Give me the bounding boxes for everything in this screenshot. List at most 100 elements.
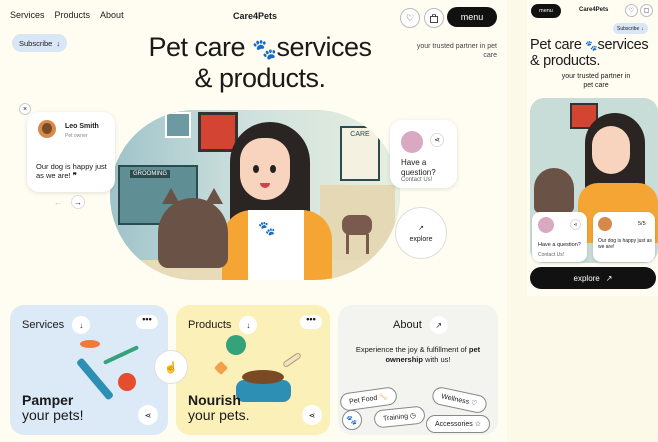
products-card-header: Products ↓ (188, 316, 258, 334)
menu-button[interactable]: menu (447, 7, 497, 27)
mobile-page: menu Care4Pets ♡ ▢ Subscribe ↓ Pet care … (527, 0, 658, 296)
fish-illustration (80, 340, 100, 348)
dog-illustration (342, 215, 372, 235)
share-icon[interactable]: ⋖ (138, 405, 158, 425)
arrow-up-right-icon: ↗ (605, 273, 613, 283)
avatar (538, 217, 554, 233)
tag-training[interactable]: Training ◷ (373, 405, 426, 429)
question-title: Have a question? (401, 158, 436, 177)
heart-icon[interactable]: ♡ (625, 4, 638, 17)
page-title: Pet care 🐾services & products. (130, 33, 390, 92)
arrow-left-icon[interactable]: ← (51, 195, 65, 209)
bag-icon[interactable]: ▢ (640, 4, 653, 17)
tagline: your trusted partner in pet care (416, 43, 497, 59)
nav-item-products[interactable]: Products (55, 10, 91, 20)
paw-icon: 🐾 (585, 41, 598, 52)
mobile-explore-button[interactable]: explore ↗ (530, 267, 656, 289)
mobile-menu-button[interactable]: menu (531, 4, 561, 18)
paw-icon: 🐾 (252, 39, 277, 61)
star-icon: ☆ (474, 421, 481, 428)
mobile-explore-label: explore (573, 273, 600, 283)
mobile-header-icons: ♡ ▢ (625, 4, 653, 17)
products-card[interactable]: Products ↓ ••• Nourish your pets. ⋖ (176, 305, 330, 435)
share-icon[interactable]: ⋖ (430, 133, 444, 147)
paw-icon: 🐾 (342, 410, 362, 430)
tag-accessories[interactable]: Accessories ☆ (426, 415, 490, 433)
paw-print-icon: 🐾 (258, 220, 276, 236)
explore-label: explore (409, 235, 433, 243)
arrow-right-icon[interactable]: → (71, 195, 85, 209)
contact-link[interactable]: Contact Us! (401, 177, 432, 183)
header-icons: ♡ (400, 8, 444, 28)
cat-illustration (158, 198, 228, 268)
star-illustration (213, 360, 229, 376)
products-tagline: Nourish your pets. (188, 392, 250, 423)
bone-illustration (282, 351, 302, 369)
review-card: Leo Smith Pet owner Our dog is happy jus… (27, 112, 115, 192)
mobile-tagline: your trusted partner in pet care (561, 73, 631, 89)
avatar (38, 120, 56, 138)
quote-icon: ❞ (72, 171, 77, 180)
ball-illustration (118, 373, 136, 391)
subscribe-label: Subscribe (19, 38, 53, 48)
explore-button[interactable]: ↗ explore (395, 207, 447, 259)
nav-item-about[interactable]: About (100, 10, 124, 20)
review-name: Leo Smith (65, 123, 99, 130)
mobile-review-card: 5/5 Our dog is happy just as we are! (593, 212, 655, 262)
review-role: Pet owner (65, 133, 88, 139)
basket-illustration (226, 335, 246, 355)
heart-icon[interactable]: ♡ (400, 8, 420, 28)
services-card[interactable]: Services ↓ ••• Pamper your pets! ⋖ (10, 305, 168, 435)
services-card-title: Services (22, 319, 65, 331)
drag-handle-icon[interactable]: ☝ (154, 350, 188, 384)
arrow-up-right-icon[interactable]: ↗ (429, 316, 448, 334)
brand-logo[interactable]: Care4Pets (233, 11, 277, 21)
arrow-down-icon: ↓ (641, 25, 644, 32)
question-card[interactable]: ⋖ Have a question? Contact Us! (390, 120, 457, 188)
share-icon[interactable]: ⋖ (302, 405, 322, 425)
headline-part-1: Pet care (148, 32, 246, 62)
main-nav: Services Products About (10, 10, 124, 20)
mobile-subscribe-button[interactable]: Subscribe ↓ (613, 23, 648, 34)
mobile-contact-link[interactable]: Contact Us! (538, 252, 564, 258)
mobile-question-title: Have a question? (538, 242, 581, 248)
about-card-title: About (393, 319, 422, 331)
mobile-page-title: Pet care 🐾services & products. (530, 37, 649, 69)
about-description: Experience the joy & fulfillment of pet … (355, 345, 481, 364)
nav-item-services[interactable]: Services (10, 10, 45, 20)
mobile-question-card[interactable]: ⋖ Have a question? Contact Us! (532, 212, 587, 262)
scissors-illustration (102, 345, 140, 365)
avatar (401, 131, 423, 153)
clock-icon: ◷ (409, 412, 417, 420)
share-icon[interactable]: ⋖ (570, 219, 581, 230)
about-card-header: About ↗ (393, 316, 448, 334)
bone-icon: 🦴 (378, 393, 389, 402)
arrow-down-icon[interactable]: ↓ (239, 316, 258, 334)
products-card-title: Products (188, 319, 232, 331)
mobile-brand-logo[interactable]: Care4Pets (579, 7, 608, 13)
avatar (598, 217, 612, 231)
arrow-down-icon[interactable]: ↓ (72, 316, 91, 334)
more-icon[interactable]: ••• (136, 315, 158, 329)
heart-icon: ♡ (470, 399, 478, 408)
mobile-review-quote: Our dog is happy just as we are! (598, 238, 652, 250)
headline-part-3: & products. (194, 63, 326, 93)
subscribe-button[interactable]: Subscribe ↓ (12, 34, 68, 52)
kibble-illustration (242, 370, 284, 384)
tag-wellness[interactable]: Wellness ♡ (430, 385, 488, 415)
grooming-sign: GROOMING (130, 170, 170, 178)
review-pager: ← → (51, 195, 85, 209)
about-card[interactable]: About ↗ Experience the joy & fulfillment… (338, 305, 498, 435)
review-count: 5/5 (638, 221, 646, 227)
close-icon[interactable]: × (19, 103, 31, 115)
services-tagline: Pamper your pets! (22, 392, 84, 423)
desktop-page: Services Products About Care4Pets ♡ menu… (0, 0, 507, 442)
bag-icon[interactable] (424, 8, 444, 28)
headline-part-2: services (276, 32, 372, 62)
care-sign: CARE (340, 126, 380, 181)
services-card-header: Services ↓ (22, 316, 91, 334)
mobile-subscribe-label: Subscribe (617, 25, 640, 32)
arrow-down-icon: ↓ (56, 38, 61, 48)
more-icon[interactable]: ••• (300, 315, 322, 329)
arrow-up-right-icon: ↗ (418, 224, 424, 232)
